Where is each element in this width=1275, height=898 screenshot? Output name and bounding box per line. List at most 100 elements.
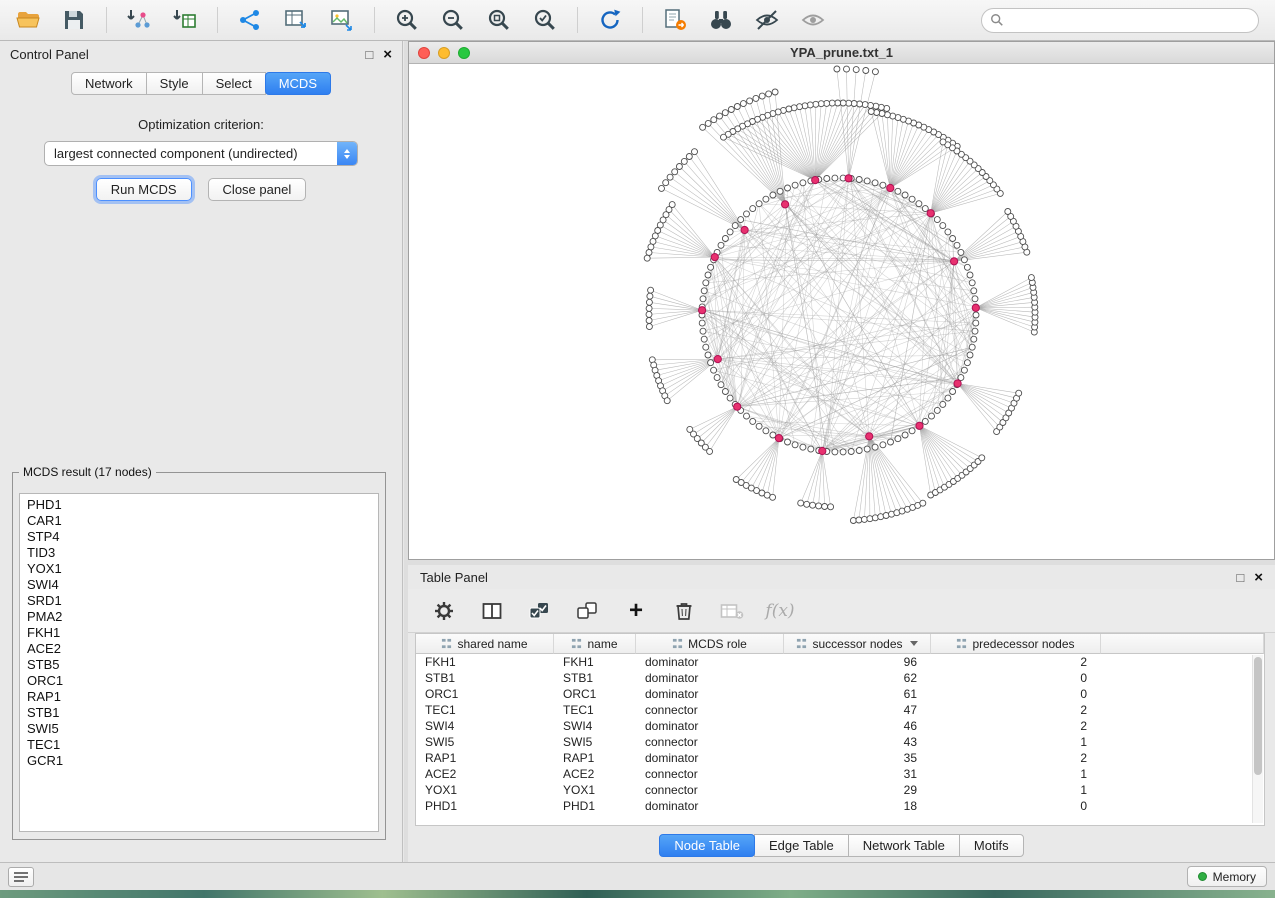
zoom-fit-button[interactable] xyxy=(481,4,517,36)
add-column-button[interactable]: + xyxy=(622,597,650,625)
table-row[interactable]: FKH1FKH1dominator962 xyxy=(416,654,1264,670)
tab-edge-table[interactable]: Edge Table xyxy=(754,834,849,857)
table-row[interactable]: TEC1TEC1connector472 xyxy=(416,702,1264,718)
delete-column-button[interactable] xyxy=(670,597,698,625)
tab-motifs[interactable]: Motifs xyxy=(959,834,1024,857)
close-table-panel-icon[interactable]: × xyxy=(1254,570,1263,585)
mcds-result-item[interactable]: TID3 xyxy=(27,545,378,561)
table-row[interactable]: ORC1ORC1dominator610 xyxy=(416,686,1264,702)
table-row[interactable]: STB1STB1dominator620 xyxy=(416,670,1264,686)
deselect-all-columns-button[interactable] xyxy=(574,597,602,625)
memory-status-icon xyxy=(1198,872,1207,881)
tab-node-table[interactable]: Node Table xyxy=(659,834,755,857)
float-panel-icon[interactable]: □ xyxy=(365,48,373,61)
mcds-result-item[interactable]: STB5 xyxy=(27,657,378,673)
mcds-result-item[interactable]: GCR1 xyxy=(27,753,378,769)
zoom-selected-button[interactable] xyxy=(527,4,563,36)
cell-filler xyxy=(1101,734,1264,750)
zoom-out-button[interactable] xyxy=(435,4,471,36)
import-network-button[interactable] xyxy=(121,4,157,36)
mcds-result-item[interactable]: ORC1 xyxy=(27,673,378,689)
cell-shared-name: STB1 xyxy=(416,670,554,686)
zoom-selected-icon xyxy=(532,7,558,33)
criterion-dropdown[interactable]: largest connected component (undirected) xyxy=(44,141,358,166)
mcds-result-item[interactable]: PMA2 xyxy=(27,609,378,625)
mcds-result-item[interactable]: SWI4 xyxy=(27,577,378,593)
table-scrollbar[interactable] xyxy=(1252,655,1263,823)
desktop-background xyxy=(0,890,1275,898)
column-header-name[interactable]: name xyxy=(554,634,636,654)
close-panel-icon[interactable]: × xyxy=(383,47,392,62)
sort-chevron-icon[interactable] xyxy=(910,641,918,646)
select-all-columns-button[interactable] xyxy=(526,597,554,625)
save-session-button[interactable] xyxy=(56,4,92,36)
column-header-shared-name[interactable]: shared name xyxy=(416,634,554,654)
network-canvas[interactable] xyxy=(409,64,1274,559)
mcds-result-item[interactable]: STB1 xyxy=(27,705,378,721)
memory-button[interactable]: Memory xyxy=(1187,866,1267,887)
column-header-filler xyxy=(1101,634,1264,654)
status-menu-button[interactable] xyxy=(8,867,34,887)
column-header-successor-nodes[interactable]: successor nodes xyxy=(784,634,931,654)
column-header-mcds-role[interactable]: MCDS role xyxy=(636,634,784,654)
tab-network-table[interactable]: Network Table xyxy=(848,834,960,857)
mcds-result-item[interactable]: ACE2 xyxy=(27,641,378,657)
float-table-panel-icon[interactable]: □ xyxy=(1236,571,1244,584)
mcds-result-item[interactable]: SRD1 xyxy=(27,593,378,609)
import-table-button[interactable] xyxy=(167,4,203,36)
new-network-button[interactable] xyxy=(232,4,268,36)
function-builder-button[interactable]: f(x) xyxy=(766,597,794,625)
mcds-result-item[interactable]: STP4 xyxy=(27,529,378,545)
find-button[interactable] xyxy=(703,4,739,36)
table-row[interactable]: ACE2ACE2connector311 xyxy=(416,766,1264,782)
table-row[interactable]: RAP1RAP1dominator352 xyxy=(416,750,1264,766)
mcds-result-list[interactable]: PHD1CAR1STP4TID3YOX1SWI4SRD1PMA2FKH1ACE2… xyxy=(19,493,379,832)
network-share-icon xyxy=(237,7,263,33)
tab-mcds[interactable]: MCDS xyxy=(265,72,331,95)
export-image-button[interactable] xyxy=(324,4,360,36)
mcds-result-item[interactable]: SWI5 xyxy=(27,721,378,737)
export-table-button[interactable] xyxy=(278,4,314,36)
table-settings-button[interactable] xyxy=(430,597,458,625)
search-field[interactable] xyxy=(981,8,1259,33)
mcds-result-item[interactable]: PHD1 xyxy=(27,497,378,513)
cell-shared-name: FKH1 xyxy=(416,654,554,670)
table-row[interactable]: PHD1PHD1dominator180 xyxy=(416,798,1264,814)
tab-network[interactable]: Network xyxy=(71,72,147,95)
table-row[interactable]: SWI5SWI5connector431 xyxy=(416,734,1264,750)
delete-table-button[interactable] xyxy=(718,597,746,625)
cell-name: RAP1 xyxy=(554,750,636,766)
close-panel-button[interactable]: Close panel xyxy=(208,178,307,201)
tab-select[interactable]: Select xyxy=(202,72,266,95)
cell-name: FKH1 xyxy=(554,654,636,670)
optimization-criterion-label: Optimization criterion: xyxy=(0,117,402,132)
toggle-visibility-button[interactable] xyxy=(749,4,785,36)
eye-slash-icon xyxy=(754,7,780,33)
trash-icon xyxy=(673,600,695,622)
refresh-view-button[interactable] xyxy=(592,4,628,36)
search-input[interactable] xyxy=(1010,13,1250,27)
save-icon xyxy=(61,7,87,33)
show-columns-button[interactable] xyxy=(478,597,506,625)
open-session-button[interactable] xyxy=(10,4,46,36)
mcds-result-item[interactable]: RAP1 xyxy=(27,689,378,705)
clone-network-button[interactable] xyxy=(657,4,693,36)
tab-style[interactable]: Style xyxy=(146,72,203,95)
table-row[interactable]: SWI4SWI4dominator462 xyxy=(416,718,1264,734)
cell-successor-nodes: 29 xyxy=(784,782,931,798)
table-row[interactable]: YOX1YOX1connector291 xyxy=(416,782,1264,798)
cell-mcds-role: connector xyxy=(636,766,784,782)
column-header-predecessor-nodes[interactable]: predecessor nodes xyxy=(931,634,1101,654)
table-scrollbar-thumb[interactable] xyxy=(1254,657,1262,775)
mcds-result-item[interactable]: FKH1 xyxy=(27,625,378,641)
mcds-result-item[interactable]: TEC1 xyxy=(27,737,378,753)
mcds-result-item[interactable]: CAR1 xyxy=(27,513,378,529)
cell-predecessor-nodes: 2 xyxy=(931,702,1101,718)
run-mcds-button[interactable]: Run MCDS xyxy=(96,178,192,201)
mcds-result-item[interactable]: YOX1 xyxy=(27,561,378,577)
cell-name: TEC1 xyxy=(554,702,636,718)
preview-button[interactable] xyxy=(795,4,831,36)
network-window-titlebar[interactable]: YPA_prune.txt_1 xyxy=(409,42,1274,64)
cell-filler xyxy=(1101,766,1264,782)
zoom-in-button[interactable] xyxy=(389,4,425,36)
